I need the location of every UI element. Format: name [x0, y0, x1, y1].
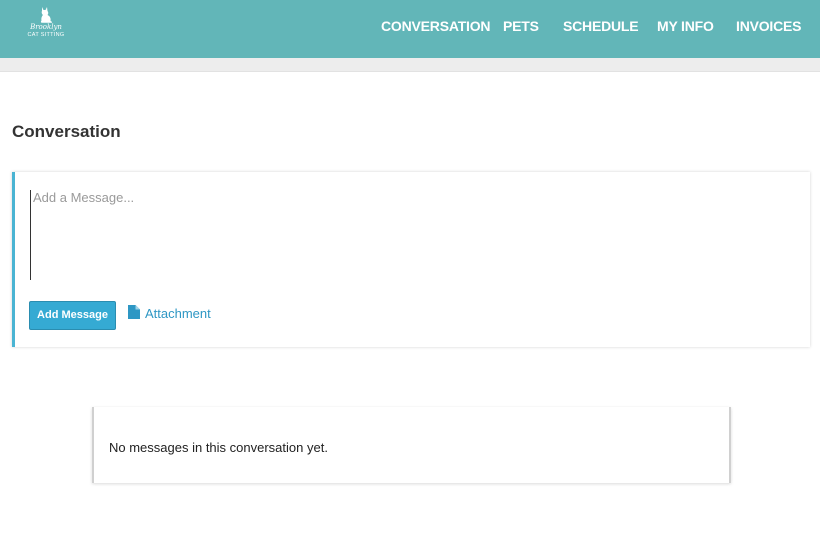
attachment-link[interactable]: Attachment [128, 305, 211, 323]
brand-logo[interactable]: Brooklyn CAT SITTING [26, 7, 66, 45]
compose-panel: Add Message Attachment [12, 172, 810, 347]
nav-schedule[interactable]: SCHEDULE [563, 18, 639, 36]
messages-panel: No messages in this conversation yet. [92, 407, 731, 483]
brand-tagline: CAT SITTING [27, 32, 65, 38]
cat-icon [40, 7, 53, 23]
nav-conversation[interactable]: CONVERSATION [381, 18, 491, 36]
page-title: Conversation [12, 122, 121, 141]
add-message-button[interactable]: Add Message [29, 301, 116, 330]
nav-pets[interactable]: PETS [503, 18, 539, 36]
top-navbar: Brooklyn CAT SITTING CONVERSATION PETS S… [0, 0, 820, 58]
nav-invoices[interactable]: INVOICES [736, 18, 802, 36]
brand-name: Brooklyn [30, 23, 62, 31]
message-input[interactable] [30, 190, 790, 280]
file-icon [128, 305, 140, 319]
sub-navbar [0, 58, 820, 72]
nav-my-info[interactable]: MY INFO [657, 18, 714, 36]
attachment-label: Attachment [145, 306, 211, 321]
empty-state-text: No messages in this conversation yet. [109, 440, 328, 455]
